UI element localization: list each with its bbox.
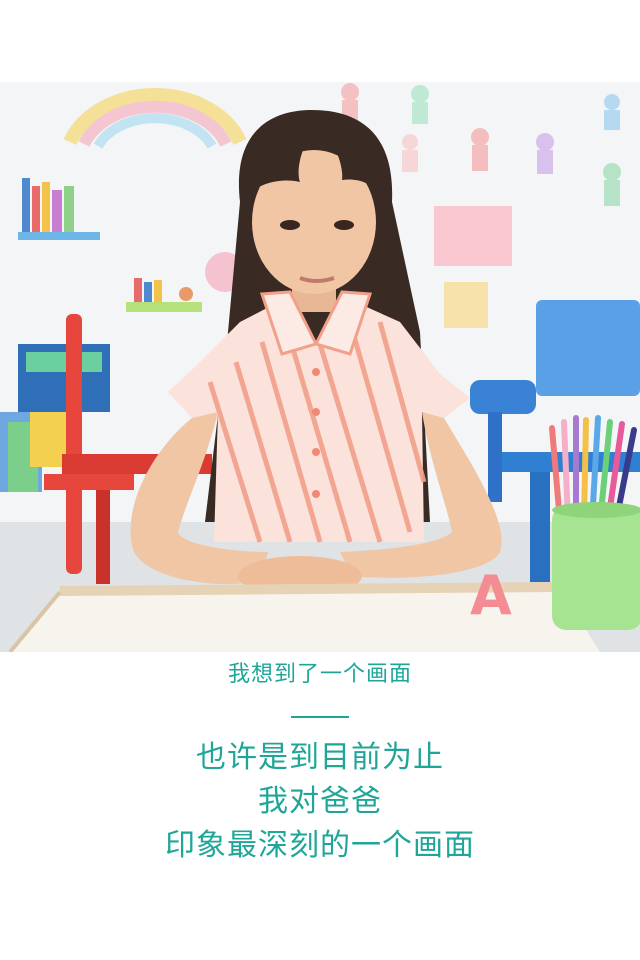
caption-line: 也许是到目前为止 bbox=[196, 740, 444, 775]
caption-line: 我对爸爸 bbox=[258, 784, 382, 819]
classroom-illustration: A bbox=[0, 82, 640, 652]
caption-divider bbox=[291, 716, 349, 718]
letter-block: A bbox=[470, 564, 512, 627]
wall-picture bbox=[444, 282, 488, 328]
caption-block: 我想到了一个画面 也许是到目前为止 我对爸爸 印象最深刻的一个画面 bbox=[0, 652, 640, 868]
hero-photo: A bbox=[0, 82, 640, 652]
wall-picture bbox=[434, 206, 512, 266]
caption-line: 印象最深刻的一个画面 bbox=[165, 828, 475, 863]
caption-subtitle: 我想到了一个画面 bbox=[227, 662, 412, 687]
